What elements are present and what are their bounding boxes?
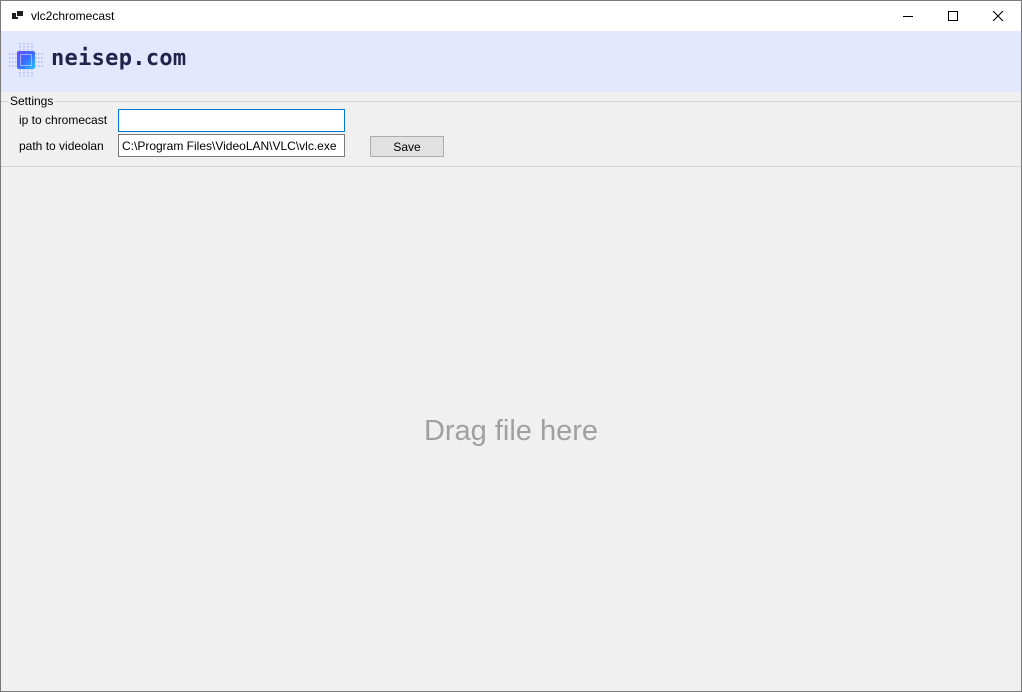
drop-hint: Drag file here [423,415,599,447]
title-bar[interactable]: vlc2chromecast [1,1,1021,31]
brand-banner: neisep.com [1,31,1021,92]
minimize-button[interactable] [885,1,931,31]
file-drop-zone[interactable]: Drag file here [1,167,1021,691]
maximize-button[interactable] [930,1,976,31]
ip-input[interactable] [118,109,345,132]
settings-legend: Settings [8,94,56,108]
app-window-icon [12,10,24,22]
path-label: path to videolan [19,139,104,153]
window-title: vlc2chromecast [31,9,115,23]
group-divider-top [1,101,1021,102]
chip-logo-icon [9,43,43,77]
minimize-icon [903,16,913,17]
vlc-path-input[interactable] [118,134,345,157]
save-button[interactable]: Save [370,136,444,157]
close-icon [992,10,1004,22]
app-window: vlc2chromecast neisep.com Settings ip to… [0,0,1022,692]
brand-name[interactable]: neisep.com [51,46,186,71]
close-button[interactable] [975,1,1021,31]
maximize-icon [948,11,958,21]
settings-group: Settings ip to chromecast path to videol… [1,92,1021,167]
ip-label: ip to chromecast [19,113,108,127]
